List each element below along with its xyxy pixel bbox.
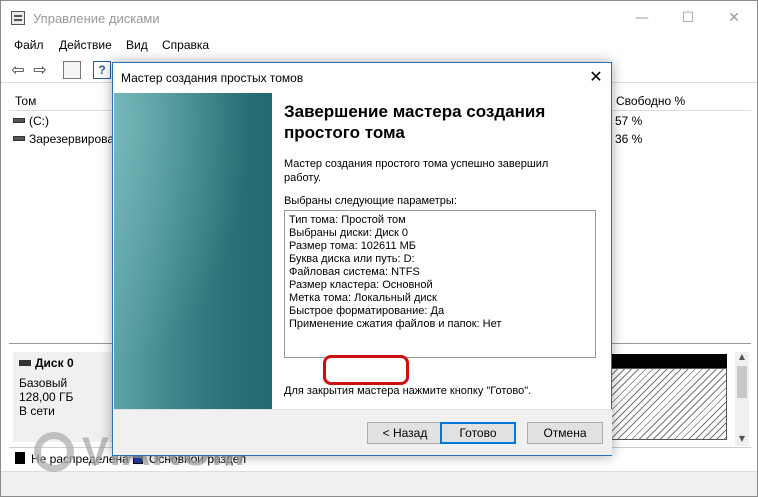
disk-status: В сети (19, 404, 55, 418)
disk-icon (19, 360, 31, 366)
cancel-button[interactable]: Отмена (527, 422, 603, 444)
unallocated-bar (603, 354, 727, 368)
help-icon[interactable]: ? (93, 61, 111, 79)
menu-help[interactable]: Справка (162, 38, 209, 52)
volume-icon (13, 136, 25, 141)
param-line: Метка тома: Локальный диск (289, 292, 437, 304)
volume-free: 36 % (615, 132, 643, 146)
params-label: Выбраны следующие параметры: (284, 195, 457, 207)
disk-management-icon (11, 11, 25, 25)
vertical-scrollbar[interactable]: ▲ ▼ (735, 352, 749, 446)
forward-arrow-icon[interactable]: ⇨ (31, 61, 49, 79)
param-line: Файловая система: NTFS (289, 266, 420, 278)
unallocated-partition[interactable] (603, 368, 727, 440)
disk-info-panel[interactable]: Диск 0 Базовый 128,00 ГБ В сети (13, 352, 113, 442)
wizard-description: Мастер создания простого тома успешно за… (284, 158, 549, 184)
params-textbox[interactable]: Тип тома: Простой том Выбраны диски: Дис… (284, 210, 596, 358)
watermark-logo-icon (34, 432, 74, 472)
close-hint: Для закрытия мастера нажмите кнопку "Гот… (284, 385, 532, 397)
title-bar: Управление дисками — ☐ ✕ (1, 1, 757, 35)
wizard-heading: Завершение мастера создания простого том… (284, 102, 546, 142)
param-line: Тип тома: Простой том (289, 214, 406, 226)
window-title: Управление дисками (33, 11, 160, 26)
disk-title: Диск 0 (35, 356, 74, 370)
minimize-button[interactable]: — (619, 1, 665, 35)
dialog-title: Мастер создания простых томов (121, 71, 304, 85)
finish-button[interactable]: Готово (440, 422, 516, 444)
menu-view[interactable]: Вид (126, 38, 148, 52)
volume-icon (13, 118, 25, 123)
dialog-close-button[interactable]: ✕ (585, 66, 607, 88)
scroll-up-icon[interactable]: ▲ (735, 352, 749, 364)
legend-unallocated-swatch (15, 452, 25, 464)
dialog-title-bar: Мастер создания простых томов ✕ (113, 63, 611, 93)
volume-name: (C:) (29, 114, 49, 128)
param-line: Размер тома: 102611 МБ (289, 240, 417, 252)
console-tree-icon[interactable] (63, 61, 81, 79)
column-volume[interactable]: Том (15, 94, 36, 108)
finish-button-highlight (323, 355, 409, 385)
param-line: Размер кластера: Основной (289, 279, 433, 291)
menu-file[interactable]: Файл (14, 38, 44, 52)
volume-name: Зарезервирова (29, 132, 115, 146)
param-line: Быстрое форматирование: Да (289, 305, 445, 317)
new-simple-volume-wizard: Мастер создания простых томов ✕ Завершен… (112, 62, 612, 456)
disk-type: Базовый (19, 376, 68, 390)
param-line: Выбраны диски: Диск 0 (289, 227, 409, 239)
back-button[interactable]: < Назад (367, 422, 443, 444)
menu-action[interactable]: Действие (59, 38, 112, 52)
wizard-banner-image (114, 93, 272, 409)
column-free-percent[interactable]: Свободно % (611, 91, 685, 111)
disk-size: 128,00 ГБ (19, 390, 74, 404)
back-arrow-icon[interactable]: ⇦ (9, 61, 27, 79)
param-line: Буква диска или путь: D: (289, 253, 415, 265)
menu-bar: Файл Действие Вид Справка (1, 35, 757, 57)
scroll-down-icon[interactable]: ▼ (735, 434, 749, 446)
maximize-button[interactable]: ☐ (665, 1, 711, 35)
param-line: Применение сжатия файлов и папок: Нет (289, 318, 502, 330)
scroll-thumb[interactable] (737, 366, 747, 398)
volume-free: 57 % (615, 114, 643, 128)
dialog-footer: < Назад Готово Отмена (114, 409, 612, 455)
close-button[interactable]: ✕ (711, 1, 757, 35)
